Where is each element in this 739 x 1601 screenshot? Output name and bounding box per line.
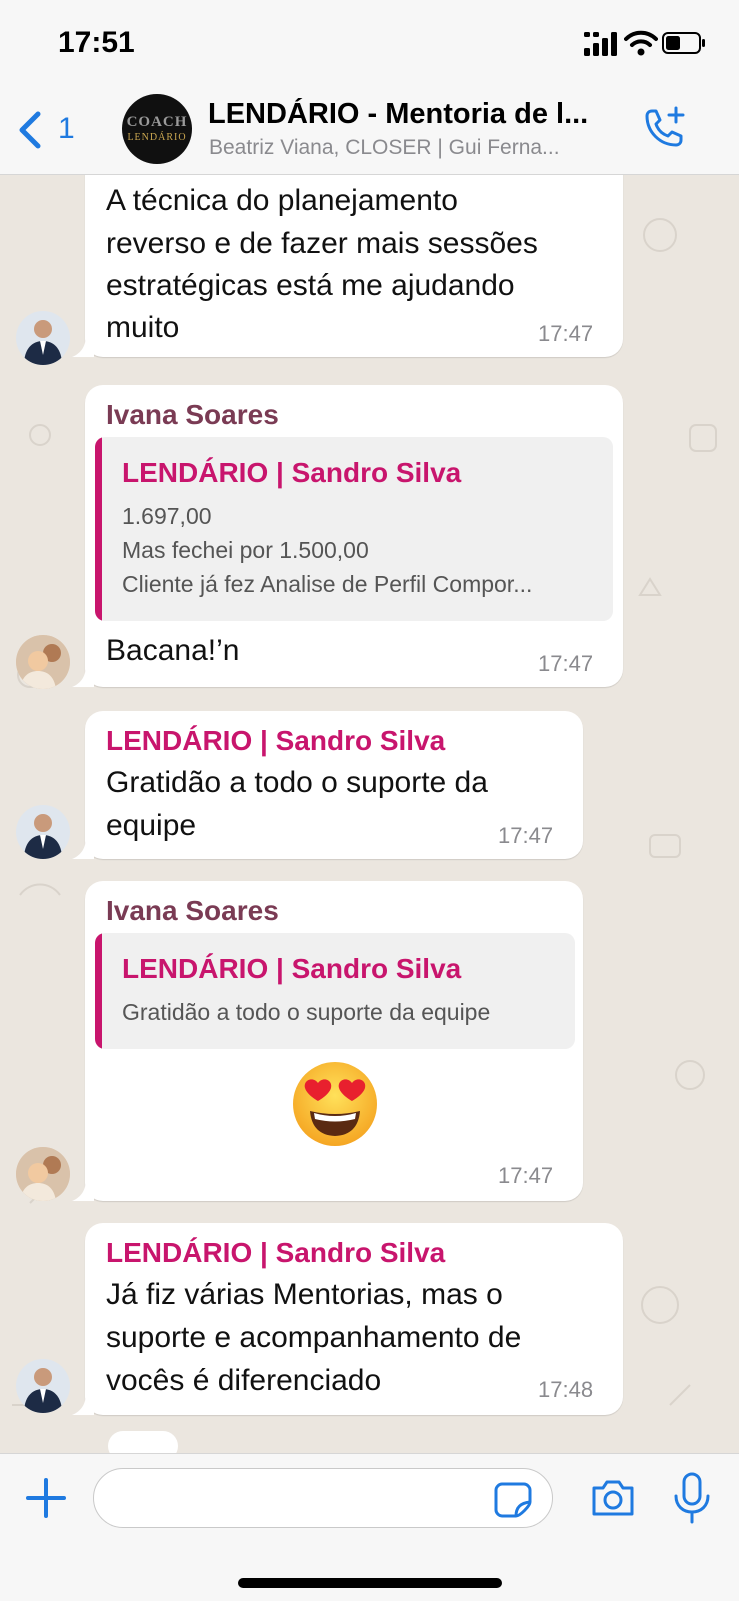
sandro-avatar[interactable]	[16, 311, 70, 365]
sticker-icon[interactable]	[494, 1482, 532, 1518]
wifi-icon	[624, 30, 658, 56]
quoted-text: Gratidão a todo o suporte da equipe	[122, 999, 491, 1025]
message-time: 17:48	[538, 1377, 594, 1402]
sender-name: LENDÁRIO | Sandro Silva	[106, 1237, 446, 1268]
chat-messages[interactable]: A técnica do planejamento reverso e de f…	[0, 175, 739, 1453]
status-bar: 17:51	[0, 0, 739, 90]
quoted-message[interactable]: LENDÁRIO | Sandro Silva Gratidão a todo …	[95, 933, 575, 1049]
message-bubble[interactable]: A técnica do planejamento reverso e de f…	[85, 175, 623, 357]
message-time: 17:47	[538, 651, 594, 676]
message-text: muito	[106, 311, 180, 344]
sandro-avatar[interactable]	[16, 1359, 70, 1413]
message-text: Gratidão a todo o suporte da	[106, 766, 488, 799]
message-bubble[interactable]: Ivana Soares LENDÁRIO | Sandro Silva Gra…	[85, 881, 583, 1201]
home-indicator	[238, 1578, 502, 1588]
message-text: reverso e de fazer mais sessões	[106, 227, 538, 260]
quoted-text: Cliente já fez Analise de Perfil Compor.…	[122, 571, 533, 597]
sender-name: LENDÁRIO | Sandro Silva	[106, 725, 446, 756]
message-bubble[interactable]: LENDÁRIO | Sandro Silva Já fiz várias Me…	[85, 1223, 623, 1415]
bubble-tail	[72, 335, 94, 357]
message-text: estratégicas está me ajudando	[106, 269, 515, 302]
bubble-tail	[72, 837, 94, 859]
quote-accent-bar	[95, 437, 102, 621]
battery-icon	[662, 32, 705, 54]
back-chevron-icon[interactable]	[14, 108, 48, 152]
quote-accent-bar	[95, 933, 102, 1049]
quoted-text: 1.697,00	[122, 503, 212, 529]
bubble-tail	[72, 665, 94, 687]
attach-plus-icon[interactable]	[24, 1476, 68, 1520]
message-text: Bacana!’n	[106, 634, 240, 667]
quoted-sender: LENDÁRIO | Sandro Silva	[122, 457, 462, 488]
message-bubble[interactable]: Ivana Soares LENDÁRIO | Sandro Silva 1.6…	[85, 385, 623, 687]
message-text: equipe	[106, 809, 197, 842]
sandro-avatar[interactable]	[16, 805, 70, 859]
cellular-signal-icon	[584, 32, 617, 56]
quoted-sender: LENDÁRIO | Sandro Silva	[122, 953, 462, 984]
group-avatar[interactable]: COACH LENDÁRIO	[122, 94, 192, 164]
status-time: 17:51	[58, 26, 135, 59]
composer-bar	[0, 1453, 739, 1601]
bubble-tail	[72, 1393, 94, 1415]
family-photo-icon	[16, 635, 70, 689]
message-time: 17:47	[498, 823, 554, 848]
group-avatar-text: COACH	[126, 114, 188, 130]
unread-count[interactable]: 1	[58, 112, 75, 146]
message-text: suporte e acompanhamento de	[106, 1321, 522, 1354]
sender-name: Ivana Soares	[106, 895, 279, 926]
message-text: vocês é diferenciado	[106, 1364, 382, 1397]
message-text: Já fiz várias Mentorias, mas o	[106, 1278, 503, 1311]
message-time: 17:47	[498, 1163, 554, 1188]
person-icon	[24, 814, 62, 859]
message-input[interactable]	[93, 1468, 553, 1528]
quoted-text: Mas fechei por 1.500,00	[122, 537, 369, 563]
quoted-message[interactable]: LENDÁRIO | Sandro Silva 1.697,00 Mas fec…	[95, 437, 613, 621]
heart-eyes-emoji-icon	[293, 1062, 377, 1146]
family-photo-icon	[16, 1147, 70, 1201]
group-title[interactable]: LENDÁRIO - Mentoria de l...	[208, 98, 618, 131]
person-icon	[24, 1368, 62, 1413]
message-bubble[interactable]: LENDÁRIO | Sandro Silva Gratidão a todo …	[85, 711, 583, 859]
chat-header: 1 COACH LENDÁRIO LENDÁRIO - Mentoria de …	[0, 90, 739, 175]
person-icon	[24, 320, 62, 365]
sender-name: Ivana Soares	[106, 399, 279, 430]
add-call-icon[interactable]	[638, 104, 688, 154]
group-avatar-subtext: LENDÁRIO	[127, 132, 187, 143]
partial-next-message	[108, 1431, 178, 1453]
bubble-tail	[72, 1179, 94, 1201]
ivana-avatar[interactable]	[16, 635, 70, 689]
camera-icon[interactable]	[590, 1478, 636, 1518]
message-text: A técnica do planejamento	[106, 184, 458, 217]
message-time: 17:47	[538, 321, 594, 346]
ivana-avatar[interactable]	[16, 1147, 70, 1201]
microphone-icon[interactable]	[672, 1472, 712, 1524]
group-members[interactable]: Beatriz Viana, CLOSER | Gui Ferna...	[209, 136, 609, 160]
